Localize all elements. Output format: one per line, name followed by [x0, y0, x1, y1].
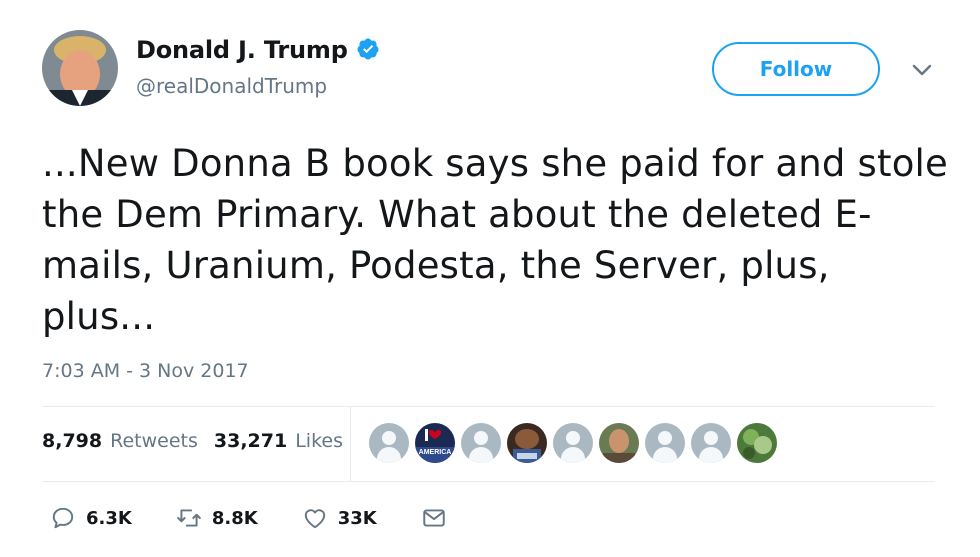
liker-avatar[interactable] — [553, 423, 593, 463]
divider-bottom — [42, 481, 935, 482]
reply-icon — [52, 507, 74, 529]
tweet-action-bar: 6.3K 8.8K 33K — [50, 505, 491, 531]
retweets-count[interactable]: 8,798 — [42, 430, 102, 452]
liker-avatar[interactable] — [691, 423, 731, 463]
direct-message-button[interactable] — [421, 505, 447, 531]
liker-avatar[interactable] — [369, 423, 409, 463]
liker-avatar[interactable]: AMERICA — [415, 423, 455, 463]
liker-badge-text: AMERICA — [419, 449, 452, 456]
verified-badge-icon — [356, 37, 382, 63]
tweet-text: ...New Donna B book says she paid for an… — [42, 142, 948, 338]
reply-button[interactable]: 6.3K — [50, 505, 132, 531]
envelope-icon — [422, 509, 445, 527]
liker-avatar[interactable] — [461, 423, 501, 463]
tweet-stats: 8,798 Retweets 33,271 Likes — [42, 430, 351, 452]
likers-avatars: AMERICA — [369, 423, 777, 463]
likes-count[interactable]: 33,271 — [214, 430, 287, 452]
heart-icon — [304, 509, 325, 529]
display-name[interactable]: Donald J. Trump — [136, 36, 382, 64]
divider-top — [42, 406, 935, 407]
like-count: 33K — [337, 507, 377, 529]
liker-avatar[interactable] — [645, 423, 685, 463]
user-name-block[interactable]: Donald J. Trump @realDonaldTrump — [136, 36, 382, 98]
like-button[interactable]: 33K — [302, 505, 377, 531]
retweets-label[interactable]: Retweets — [110, 430, 198, 452]
user-avatar[interactable] — [42, 30, 118, 106]
retweet-button[interactable]: 8.8K — [176, 505, 258, 531]
follow-button[interactable]: Follow — [712, 42, 880, 96]
chevron-down-icon[interactable] — [910, 60, 934, 80]
retweet-count: 8.8K — [211, 507, 258, 529]
retweet-icon — [177, 509, 201, 527]
user-handle[interactable]: @realDonaldTrump — [136, 74, 382, 98]
likes-label[interactable]: Likes — [295, 430, 343, 452]
liker-avatar[interactable] — [507, 423, 547, 463]
tweet-timestamp[interactable]: 7:03 AM - 3 Nov 2017 — [42, 360, 249, 382]
reply-count: 6.3K — [86, 507, 132, 529]
liker-avatar[interactable] — [737, 423, 777, 463]
display-name-text: Donald J. Trump — [136, 36, 348, 64]
liker-avatar[interactable] — [599, 423, 639, 463]
